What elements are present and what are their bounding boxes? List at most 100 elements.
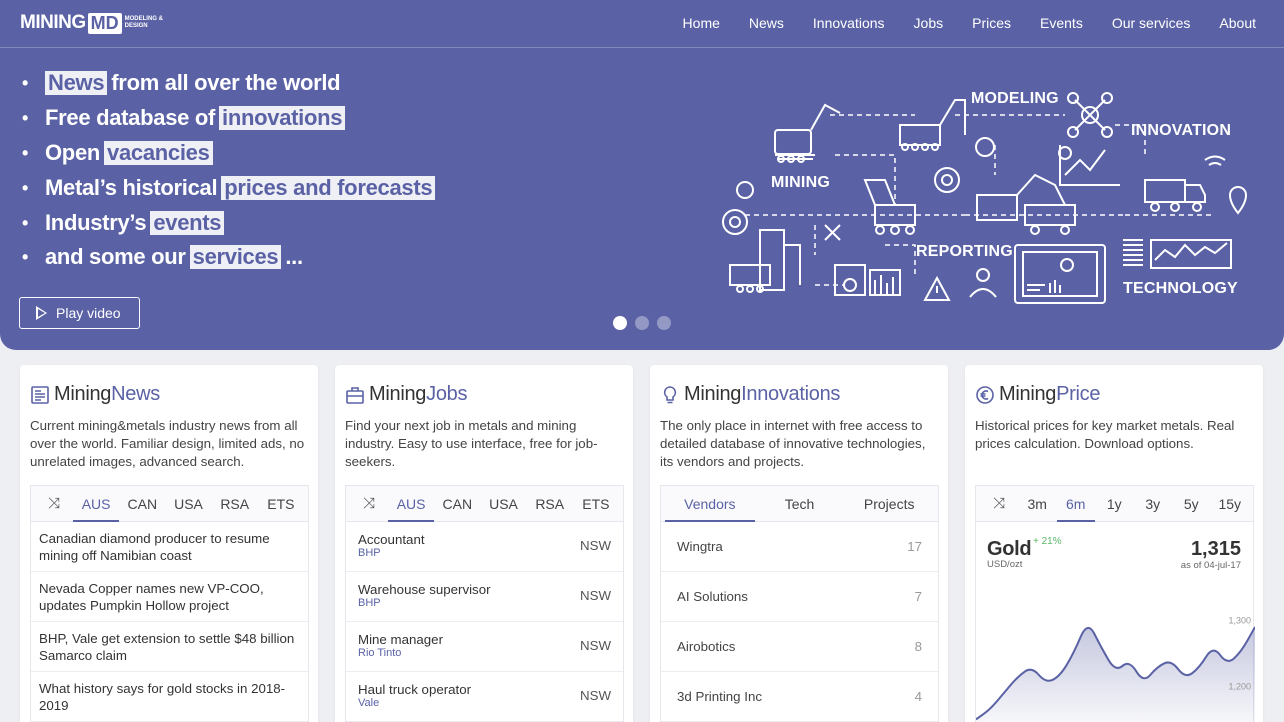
site-logo[interactable]: MINING MD MODELING & DESIGN	[20, 12, 175, 34]
nav-jobs[interactable]: Jobs	[914, 15, 944, 31]
tab-ets[interactable]: ETS	[258, 486, 304, 522]
hero-bullet: • and some our services...	[22, 240, 439, 275]
job-item[interactable]: Accountant BHP NSW	[346, 522, 623, 572]
tab-can[interactable]: CAN	[434, 486, 480, 522]
card-title-part: Jobs	[426, 383, 468, 405]
job-item[interactable]: Mine manager Rio Tinto NSW	[346, 622, 623, 672]
hero-highlight[interactable]: News	[45, 71, 108, 96]
hero-bullet-text: Free database of	[45, 105, 216, 131]
job-item[interactable]: Warehouse supervisor BHP NSW	[346, 572, 623, 622]
logo-subtitle: MODELING & DESIGN	[124, 16, 163, 29]
card-title[interactable]: Mining Price	[975, 383, 1101, 406]
job-region: NSW	[579, 638, 611, 653]
job-title: Mine manager	[358, 632, 443, 647]
hero-bullet: • Industry’s events	[22, 205, 439, 240]
y-tick-label: 1,300	[1228, 615, 1251, 625]
hero-highlight[interactable]: events	[150, 210, 225, 235]
news-item[interactable]: BHP, Vale get extension to settle $48 bi…	[31, 622, 308, 672]
slider-dot[interactable]	[657, 316, 671, 330]
nav-our-services[interactable]: Our services	[1112, 15, 1191, 31]
shuffle-icon[interactable]: ⤨	[980, 486, 1018, 522]
hero-bullet: • Open vacancies	[22, 136, 439, 171]
nav-about[interactable]: About	[1219, 15, 1256, 31]
slider-dots	[613, 316, 671, 330]
tab-can[interactable]: CAN	[119, 486, 165, 522]
y-tick-label: 1,200	[1228, 681, 1251, 691]
hero-feature-list: • News from all over the world • Free datab…	[22, 66, 439, 275]
price-change: + 21%	[1033, 536, 1062, 547]
vendor-item[interactable]: 3d Printing Inc 4	[661, 672, 938, 722]
region-tabs: ⤨ AUS CAN USA RSA ETS	[346, 486, 623, 522]
hero-highlight[interactable]: vacancies	[104, 140, 213, 165]
vendor-count: 8	[914, 639, 922, 654]
main-nav: Home News Innovations Jobs Prices Events…	[683, 15, 1256, 31]
tab-15y[interactable]: 15y	[1211, 486, 1250, 522]
job-region: NSW	[579, 588, 611, 603]
tab-projects[interactable]: Projects	[844, 486, 934, 522]
label-mining: MINING	[771, 174, 830, 191]
tab-aus[interactable]: AUS	[73, 486, 120, 522]
nav-prices[interactable]: Prices	[972, 15, 1011, 31]
nav-events[interactable]: Events	[1040, 15, 1083, 31]
vendor-item[interactable]: AI Solutions 7	[661, 572, 938, 622]
slider-dot[interactable]	[613, 316, 627, 330]
hero-highlight[interactable]: services	[189, 245, 282, 270]
card-title-part: Price	[1056, 383, 1101, 405]
job-item[interactable]: Haul truck operator Vale NSW	[346, 672, 623, 722]
news-item[interactable]: What history says for gold stocks in 201…	[31, 672, 308, 722]
card-title[interactable]: Mining Innovations	[660, 383, 840, 406]
label-innovation: INNOVATION	[1131, 122, 1232, 139]
tab-ets[interactable]: ETS	[573, 486, 619, 522]
play-video-button[interactable]: Play video	[19, 297, 140, 329]
job-company[interactable]: BHP	[358, 597, 611, 610]
job-title: Accountant	[358, 532, 425, 547]
vendor-name: 3d Printing Inc	[677, 689, 763, 704]
euro-icon	[976, 385, 994, 404]
card-description: Find your next job in metals and mining …	[345, 418, 598, 469]
tab-3y[interactable]: 3y	[1134, 486, 1173, 522]
tab-usa[interactable]: USA	[165, 486, 211, 522]
tab-aus[interactable]: AUS	[388, 486, 435, 522]
tab-usa[interactable]: USA	[480, 486, 526, 522]
tab-tech[interactable]: Tech	[755, 486, 845, 522]
nav-home[interactable]: Home	[683, 15, 720, 31]
shuffle-icon[interactable]: ⤨	[35, 486, 73, 522]
vendor-item[interactable]: Airobotics 8	[661, 622, 938, 672]
vendor-count: 17	[907, 539, 922, 554]
vendor-count: 7	[914, 589, 922, 604]
hero-bullet: • News from all over the world	[22, 66, 439, 101]
job-company[interactable]: Vale	[358, 697, 611, 710]
shuffle-icon[interactable]: ⤨	[350, 486, 388, 522]
nav-innovations[interactable]: Innovations	[813, 15, 885, 31]
vendor-item[interactable]: Wingtra 17	[661, 522, 938, 572]
card-title-part: Mining	[369, 383, 427, 405]
tab-vendors[interactable]: Vendors	[665, 486, 755, 522]
news-item[interactable]: Nevada Copper names new VP-COO, updates …	[31, 572, 308, 622]
play-icon	[36, 306, 47, 320]
hero-highlight[interactable]: innovations	[219, 106, 346, 131]
newspaper-icon	[31, 385, 49, 404]
metal-name: Gold	[987, 538, 1032, 560]
tab-3m[interactable]: 3m	[1018, 486, 1057, 522]
tab-rsa[interactable]: RSA	[527, 486, 573, 522]
tab-rsa[interactable]: RSA	[212, 486, 258, 522]
slider-dot[interactable]	[635, 316, 649, 330]
tab-5y[interactable]: 5y	[1172, 486, 1211, 522]
card-title-part: Mining	[684, 383, 742, 405]
hero-bullet-text: ...	[285, 244, 303, 270]
card-title[interactable]: Mining News	[30, 383, 160, 406]
job-company[interactable]: BHP	[358, 547, 611, 560]
news-item[interactable]: Canadian diamond producer to resume mini…	[31, 522, 308, 572]
price-panel: ⤨ 3m 6m 1y 3y 5y 15y Gold + 21% USD/ozt …	[975, 485, 1255, 722]
mining-price-card: Mining Price Historical prices for key ma…	[965, 365, 1263, 722]
price-chart[interactable]: 1,300 1,200	[976, 586, 1255, 722]
job-company[interactable]: Rio Tinto	[358, 647, 611, 660]
card-title[interactable]: Mining Jobs	[345, 383, 467, 406]
vendor-name: Wingtra	[677, 539, 723, 554]
tab-1y[interactable]: 1y	[1095, 486, 1134, 522]
mining-news-card: Mining News Current mining&metals industr…	[20, 365, 318, 722]
tab-6m[interactable]: 6m	[1056, 486, 1095, 522]
hero-highlight[interactable]: prices and forecasts	[221, 175, 436, 200]
nav-news[interactable]: News	[749, 15, 784, 31]
card-description: The only place in internet with free acc…	[660, 418, 926, 469]
